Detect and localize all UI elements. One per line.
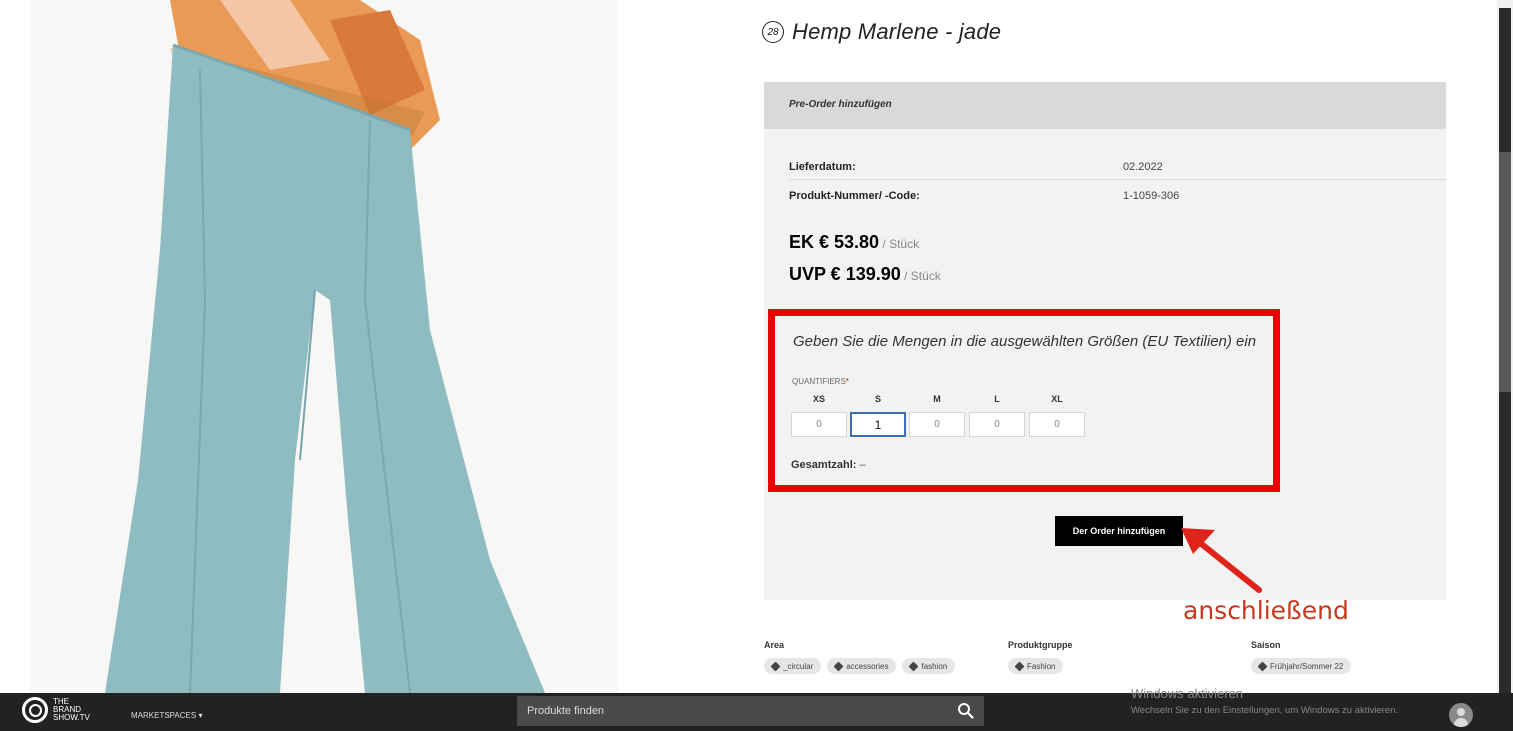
tag-icon — [1014, 661, 1025, 671]
delivery-date-label: Lieferdatum: — [789, 161, 856, 173]
size-label-s: S — [874, 394, 881, 404]
quantifiers-label: QUANTIFIERS* — [792, 377, 849, 386]
size-column-s: S — [850, 394, 906, 437]
area-tags: _circular accessories fashion — [764, 658, 956, 674]
tag-label: fashion — [921, 661, 948, 671]
area-attribute: Area _circular accessories fashion — [764, 640, 956, 674]
total-quantity: Gesamtzahl: – — [791, 459, 866, 471]
size-quantity-box: Geben Sie die Mengen in die ausgewählten… — [768, 309, 1280, 492]
total-quantity-value: – — [856, 459, 866, 471]
ek-price-value: EK € 53.80 — [789, 232, 880, 252]
search-icon[interactable] — [957, 702, 974, 719]
page-scrollbar[interactable] — [1497, 0, 1513, 693]
season-attribute: Saison Frühjahr/Sommer 22 — [1251, 640, 1352, 674]
size-input-xs[interactable] — [791, 412, 847, 437]
pre-order-header-label: Pre-Order hinzufügen — [789, 99, 892, 110]
product-title-row: 28 Hemp Marlene - jade — [762, 18, 1001, 46]
tag-circular[interactable]: _circular — [764, 658, 822, 674]
total-quantity-label: Gesamtzahl: — [791, 459, 857, 471]
size-input-xl[interactable] — [1029, 412, 1085, 437]
marketspaces-label: MARKETSPACES — [131, 711, 197, 720]
tag-icon — [909, 661, 919, 671]
delivery-date-row: Lieferdatum: 02.2022 — [789, 157, 1447, 177]
ek-price: EK € 53.80 / Stück — [789, 232, 919, 253]
product-image — [30, 0, 618, 693]
size-column-xs: XS — [791, 394, 847, 437]
tag-label: Frühjahr/Sommer 22 — [1270, 661, 1344, 671]
delivery-date-value: 02.2022 — [1123, 161, 1163, 173]
product-page: 28 Hemp Marlene - jade Pre-Order hinzufü… — [0, 0, 1513, 731]
order-panel: Pre-Order hinzufügen Lieferdatum: 02.202… — [764, 82, 1447, 600]
season-tags: Frühjahr/Sommer 22 — [1251, 658, 1352, 674]
row-divider — [789, 179, 1447, 180]
product-number-badge: 28 — [762, 21, 784, 43]
logo-text: THE BRAND SHOW.TV — [53, 698, 90, 722]
size-input-m[interactable] — [909, 412, 965, 437]
pre-order-header: Pre-Order hinzufügen — [764, 82, 1446, 129]
tag-label: accessories — [846, 661, 889, 671]
tag-fashion-group[interactable]: Fashion — [1008, 658, 1064, 674]
area-label: Area — [764, 640, 785, 650]
scrollbar-thumb[interactable] — [1499, 152, 1511, 392]
uvp-price: UVP € 139.90 / Stück — [789, 264, 941, 285]
size-label-xs: XS — [812, 394, 825, 404]
size-label-l: L — [994, 394, 1000, 404]
tag-icon — [833, 661, 844, 671]
size-quantity-heading: Geben Sie die Mengen in die ausgewählten… — [793, 333, 1257, 350]
logo-line-3: SHOW.TV — [53, 713, 90, 722]
size-label-m: M — [933, 394, 941, 404]
product-group-tags: Fashion — [1008, 658, 1073, 674]
required-mark: * — [845, 377, 849, 386]
tag-label: _circular — [783, 661, 814, 671]
uvp-price-value: UVP € 139.90 — [789, 264, 901, 284]
annotation-arrow-icon — [1181, 528, 1262, 593]
size-column-m: M — [909, 394, 965, 437]
brand-logo[interactable]: THE BRAND SHOW.TV — [22, 697, 90, 723]
tag-accessories[interactable]: accessories — [827, 658, 897, 674]
product-search-input[interactable] — [527, 703, 947, 719]
product-search — [517, 696, 984, 726]
size-column-xl: XL — [1029, 394, 1085, 437]
annotation-text: anschließend — [1183, 596, 1349, 625]
tag-fashion[interactable]: fashion — [902, 658, 956, 674]
tag-icon — [770, 661, 781, 671]
caret-down-icon: ▾ — [198, 711, 203, 720]
quantifiers-label-text: QUANTIFIERS — [792, 377, 846, 386]
logo-icon — [22, 697, 48, 723]
windows-activation-title: Windows aktivieren — [1131, 686, 1243, 701]
size-input-s[interactable] — [850, 412, 906, 437]
user-avatar-icon[interactable] — [1449, 703, 1473, 727]
season-label: Saison — [1251, 640, 1281, 650]
product-group-attribute: Produktgruppe Fashion — [1008, 640, 1073, 674]
tag-icon — [1257, 661, 1268, 671]
product-code-row: Produkt-Nummer/ -Code: 1-1059-306 — [789, 186, 1447, 206]
size-column-l: L — [969, 394, 1025, 437]
size-label-xl: XL — [1051, 394, 1063, 404]
size-input-l[interactable] — [969, 412, 1025, 437]
ek-price-unit: / Stück — [879, 237, 920, 251]
product-title: Hemp Marlene - jade — [792, 19, 1002, 44]
product-code-value: 1-1059-306 — [1123, 190, 1180, 202]
product-photo-pants — [30, 0, 618, 693]
add-to-order-button[interactable]: Der Order hinzufügen — [1055, 516, 1183, 546]
marketspaces-menu[interactable]: MARKETSPACES ▾ — [131, 711, 202, 720]
tag-label: Fashion — [1027, 661, 1056, 671]
uvp-price-unit: / Stück — [900, 269, 941, 283]
product-group-label: Produktgruppe — [1008, 640, 1073, 650]
windows-activation-text: Wechseln Sie zu den Einstellungen, um Wi… — [1131, 705, 1399, 716]
tag-season[interactable]: Frühjahr/Sommer 22 — [1251, 658, 1352, 674]
product-code-label: Produkt-Nummer/ -Code: — [789, 190, 920, 202]
